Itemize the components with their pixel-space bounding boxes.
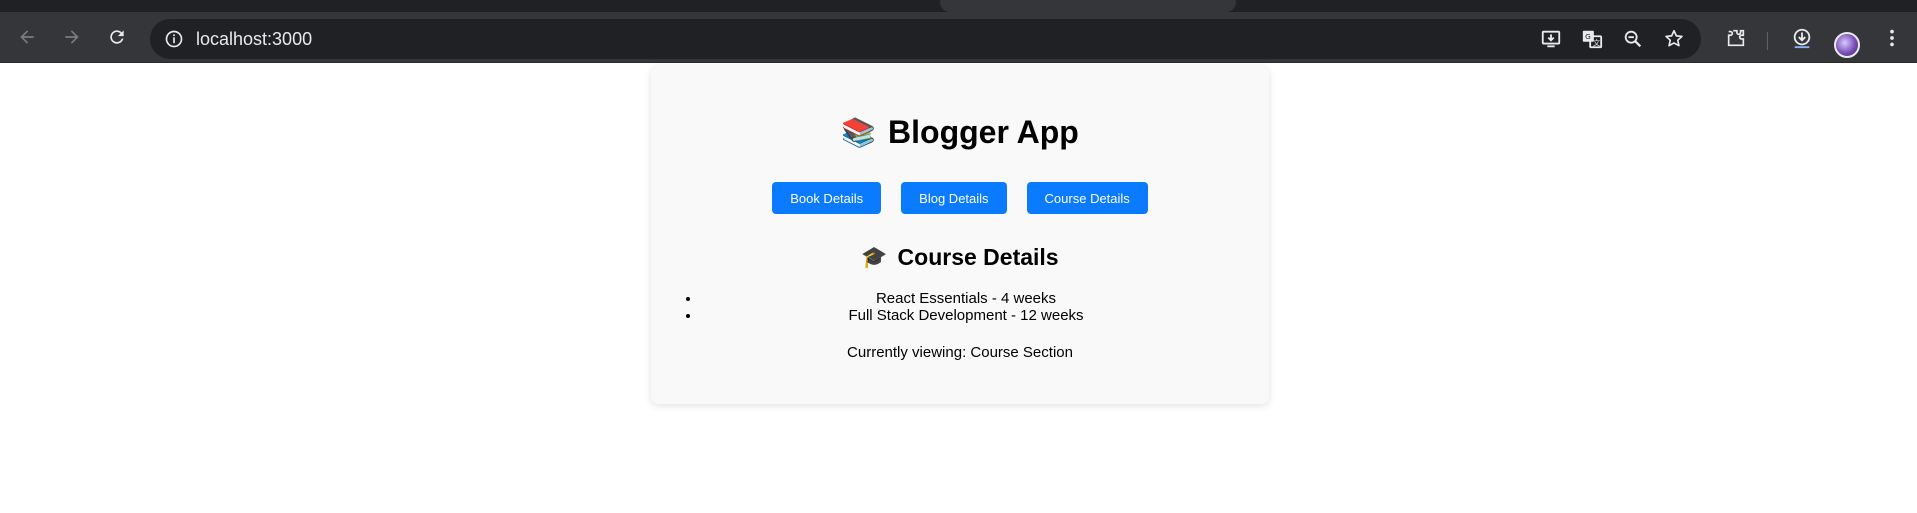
- list-item: Full Stack Development - 12 weeks: [701, 307, 1221, 324]
- svg-text:G: G: [1585, 32, 1591, 41]
- books-icon: 📚: [841, 116, 877, 148]
- graduation-cap-icon: 🎓: [861, 246, 888, 269]
- profile-avatar[interactable]: [1834, 32, 1860, 58]
- list-item: React Essentials - 4 weeks: [701, 290, 1221, 307]
- install-app-icon: [1541, 30, 1561, 48]
- svg-text:文: 文: [1593, 38, 1601, 47]
- section-nav: Book Details Blog Details Course Details: [651, 182, 1269, 214]
- section-title-text: Course Details: [897, 244, 1059, 270]
- download-button[interactable]: [1786, 22, 1818, 54]
- toolbar-separator: [1767, 32, 1768, 50]
- app-card: 📚 Blogger App Book Details Blog Details …: [651, 66, 1269, 404]
- back-arrow-icon: [20, 30, 34, 44]
- translate-button[interactable]: G 文: [1578, 25, 1606, 53]
- browser-chrome: localhost:3000 G 文: [0, 0, 1917, 63]
- zoom-icon: [1624, 30, 1642, 48]
- translate-icon: G 文: [1582, 30, 1603, 49]
- extensions-icon: [1727, 29, 1745, 47]
- active-tab[interactable]: [940, 0, 1236, 12]
- course-list: React Essentials - 4 weeks Full Stack De…: [701, 290, 1221, 324]
- reload-icon: [110, 30, 124, 44]
- book-details-button[interactable]: Book Details: [772, 182, 882, 214]
- tab-strip: [0, 0, 1917, 12]
- app-title: 📚 Blogger App: [651, 114, 1269, 151]
- blog-details-button[interactable]: Blog Details: [901, 182, 1007, 214]
- site-info-button[interactable]: [158, 23, 190, 55]
- zoom-button[interactable]: [1619, 25, 1647, 53]
- extensions-button[interactable]: [1720, 22, 1752, 54]
- reload-button[interactable]: [100, 20, 134, 54]
- browser-toolbar: localhost:3000 G 文: [0, 12, 1917, 63]
- more-menu-button[interactable]: [1876, 22, 1908, 54]
- app-title-text: Blogger App: [888, 114, 1079, 150]
- url-text[interactable]: localhost:3000: [196, 29, 312, 50]
- forward-button[interactable]: [55, 20, 89, 54]
- site-info-icon: [165, 30, 183, 48]
- download-icon: [1793, 28, 1811, 49]
- back-button[interactable]: [10, 20, 44, 54]
- bookmark-button[interactable]: [1660, 25, 1688, 53]
- current-view-status: Currently viewing: Course Section: [847, 344, 1073, 361]
- section-title: 🎓 Course Details: [651, 244, 1269, 271]
- forward-arrow-icon: [65, 30, 79, 44]
- install-app-button[interactable]: [1537, 25, 1565, 53]
- bookmark-star-icon: [1665, 29, 1683, 47]
- address-bar[interactable]: localhost:3000 G 文: [150, 19, 1701, 59]
- course-details-button[interactable]: Course Details: [1026, 182, 1148, 214]
- more-menu-icon: [1890, 29, 1894, 47]
